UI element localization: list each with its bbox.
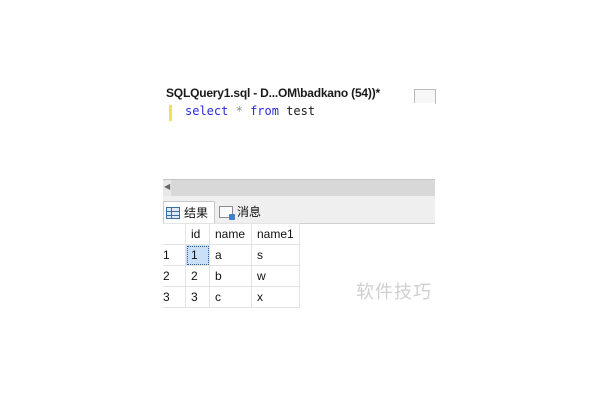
keyword-from: from (250, 104, 279, 118)
column-header-name[interactable]: name (209, 223, 252, 245)
row-header-corner[interactable] (163, 223, 186, 245)
table-row: 3 3 c x (163, 286, 300, 308)
code-line-1: select * from test (185, 104, 315, 118)
query-editor-tab[interactable]: SQLQuery1.sql - D...OM\badkano (54))* (163, 86, 436, 104)
grid-cell-name[interactable]: a (209, 244, 252, 266)
grid-cell-id[interactable]: 2 (185, 265, 210, 287)
grid-cell-id[interactable]: 1 (185, 244, 210, 266)
grid-header-row: id name name1 (163, 223, 300, 245)
row-number[interactable]: 2 (163, 265, 186, 287)
column-header-id[interactable]: id (185, 223, 210, 245)
star-operator: * (235, 104, 243, 118)
grid-cell-name[interactable]: b (209, 265, 252, 287)
watermark-text: 软件技巧 (356, 282, 432, 303)
row-number[interactable]: 1 (163, 244, 186, 266)
tab-messages-label: 消息 (237, 205, 262, 219)
tab-messages[interactable]: 消息 (217, 201, 267, 222)
table-name: test (286, 104, 316, 118)
sql-editor[interactable]: select * from test (163, 103, 435, 179)
query-tab-title: SQLQuery1.sql - D...OM\badkano (54))* (166, 86, 380, 100)
keyword-select: select (185, 104, 229, 118)
grid-cell-name[interactable]: c (209, 286, 252, 308)
grid-cell-name1[interactable]: s (251, 244, 300, 266)
scroll-left-button[interactable]: ◀ (163, 180, 171, 196)
table-row: 2 2 b w (163, 265, 300, 287)
results-tab-bar: 结果 消息 (163, 196, 435, 224)
row-number[interactable]: 3 (163, 286, 186, 308)
tab-results-label: 结果 (184, 206, 209, 220)
horizontal-scrollbar[interactable]: ◀ (163, 179, 435, 196)
unsaved-change-marker (169, 105, 172, 121)
column-header-name1[interactable]: name1 (251, 223, 300, 245)
grid-cell-name1[interactable]: x (251, 286, 300, 308)
grid-cell-id[interactable]: 3 (185, 286, 210, 308)
tab-results[interactable]: 结果 (163, 201, 215, 223)
messages-icon (219, 205, 235, 220)
table-row: 1 1 a s (163, 244, 300, 266)
tab-close-button[interactable] (414, 89, 436, 104)
grid-cell-name1[interactable]: w (251, 265, 300, 287)
results-grid: id name name1 1 1 a s 2 2 b w 3 3 c x (163, 223, 300, 308)
chevron-left-icon: ◀ (164, 182, 171, 191)
grid-icon (166, 206, 180, 219)
